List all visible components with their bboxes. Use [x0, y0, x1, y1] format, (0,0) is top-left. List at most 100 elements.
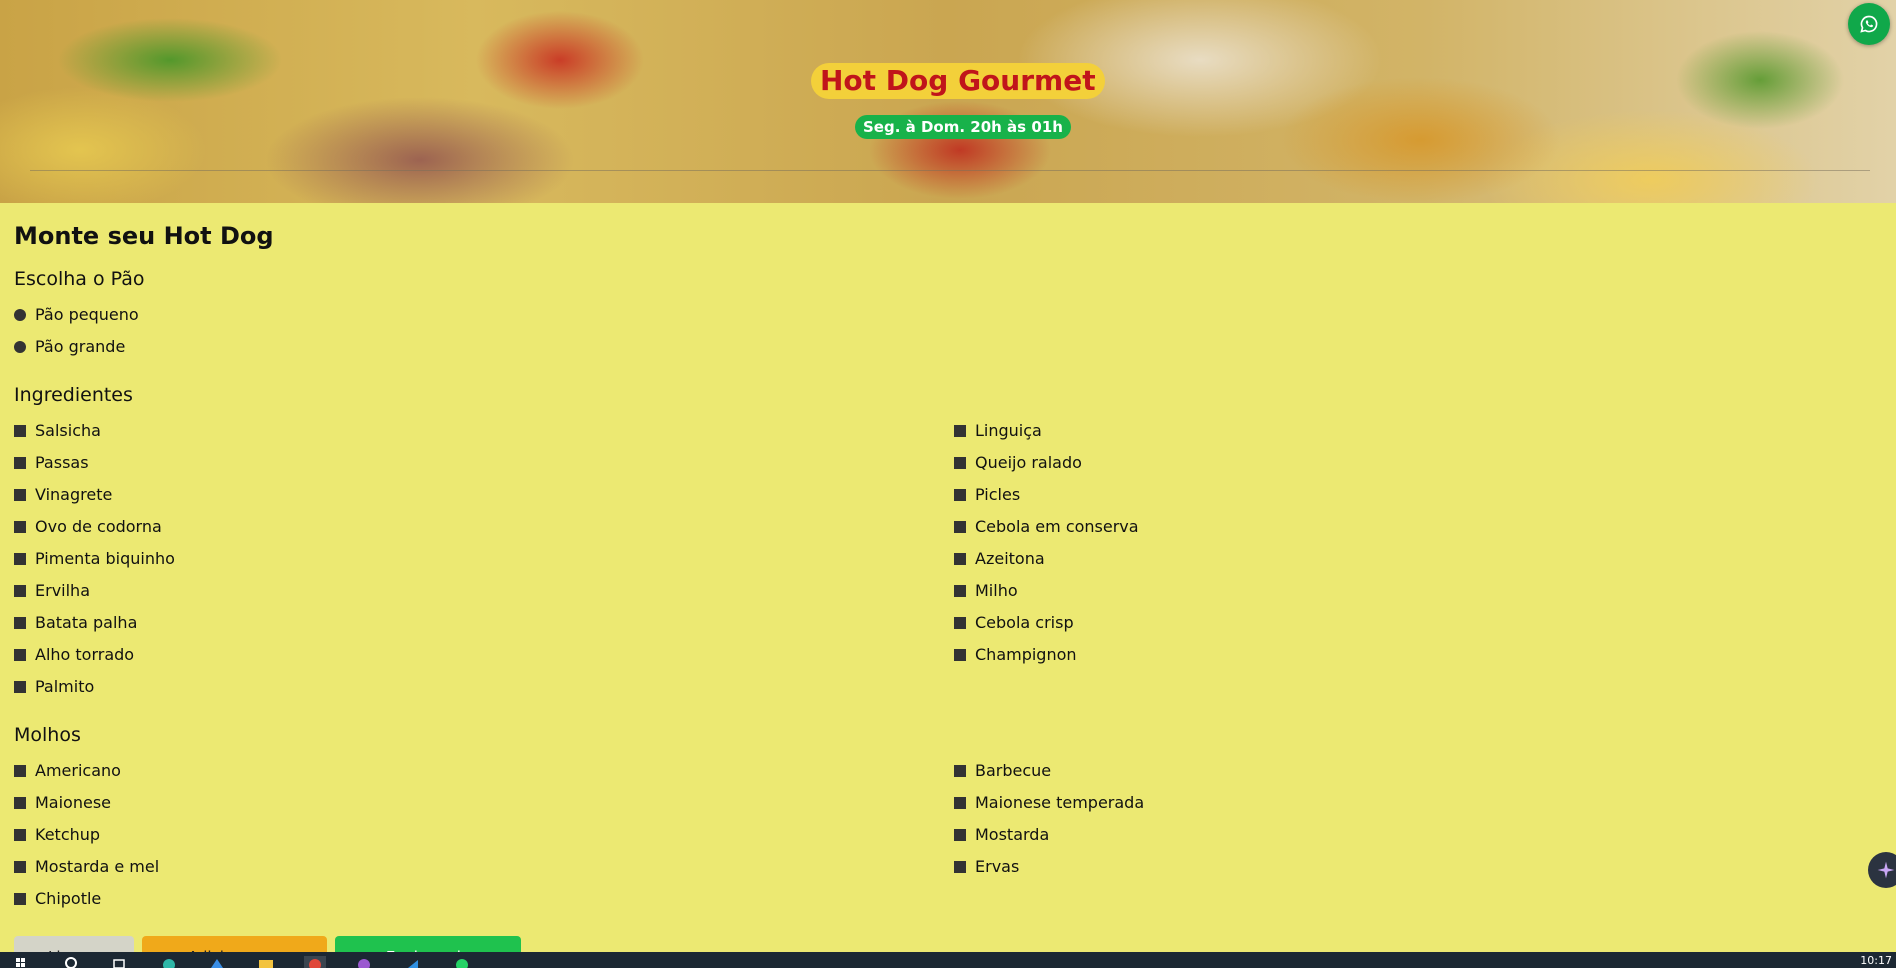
bread-option-small[interactable]: Pão pequeno — [14, 299, 1884, 331]
checkbox[interactable] — [954, 861, 966, 873]
ingredients-section-title: Ingredientes — [14, 384, 133, 406]
checkbox[interactable] — [954, 457, 966, 469]
sauce-option[interactable]: Mostarda — [954, 819, 1894, 851]
ingredient-option[interactable]: Queijo ralado — [954, 447, 1894, 479]
ingredient-option[interactable]: Picles — [954, 479, 1894, 511]
checkbox[interactable] — [14, 681, 26, 693]
option-label: Maionese — [35, 793, 112, 812]
bread-option-large[interactable]: Pão grande — [14, 331, 1884, 363]
checkbox[interactable] — [14, 617, 26, 629]
sauces-section-title: Molhos — [14, 724, 81, 746]
checkbox[interactable] — [14, 765, 26, 777]
ingredient-option[interactable]: Salsicha — [14, 415, 954, 447]
ingredient-option[interactable]: Alho torrado — [14, 639, 954, 671]
ingredient-option[interactable]: Milho — [954, 575, 1894, 607]
opening-hours-badge: Seg. à Dom. 20h às 01h — [855, 115, 1071, 139]
option-label: Milho — [975, 581, 1018, 600]
search-icon[interactable] — [60, 956, 82, 968]
sauce-option[interactable]: Maionese — [14, 787, 954, 819]
checkbox[interactable] — [954, 585, 966, 597]
option-label: Pimenta biquinho — [35, 549, 175, 568]
option-label: Ervas — [975, 857, 1020, 876]
checkbox[interactable] — [954, 425, 966, 437]
edge-browser-icon[interactable] — [158, 956, 180, 968]
sauce-option[interactable]: Maionese temperada — [954, 787, 1894, 819]
option-label: Vinagrete — [35, 485, 113, 504]
sauce-option[interactable]: Ervas — [954, 851, 1894, 883]
checkbox[interactable] — [14, 425, 26, 437]
checkbox[interactable] — [14, 489, 26, 501]
option-label: Americano — [35, 761, 121, 780]
hero-divider — [30, 170, 1870, 171]
option-label: Passas — [35, 453, 89, 472]
file-explorer-icon[interactable] — [255, 956, 277, 968]
option-label: Linguiça — [975, 421, 1042, 440]
ingredients-section: Ingredientes Salsicha Linguiça Passas Qu… — [14, 381, 1884, 703]
hero-banner: Hot Dog Gourmet Seg. à Dom. 20h às 01h — [0, 0, 1896, 203]
ingredient-option[interactable]: Passas — [14, 447, 954, 479]
windows-start-icon[interactable] — [10, 956, 32, 968]
radio-button[interactable] — [14, 309, 26, 321]
bread-section-title: Escolha o Pão — [14, 268, 145, 290]
ingredient-option[interactable]: Vinagrete — [14, 479, 954, 511]
sauce-option[interactable]: Chipotle — [14, 883, 954, 915]
option-label: Palmito — [35, 677, 95, 696]
checkbox[interactable] — [954, 617, 966, 629]
checkbox[interactable] — [954, 829, 966, 841]
sauce-option[interactable]: Mostarda e mel — [14, 851, 954, 883]
option-label: Pão pequeno — [35, 305, 139, 324]
ingredient-option[interactable]: Cebola crisp — [954, 607, 1894, 639]
option-label: Maionese temperada — [975, 793, 1145, 812]
checkbox[interactable] — [954, 649, 966, 661]
option-label: Cebola crisp — [975, 613, 1074, 632]
checkbox[interactable] — [14, 553, 26, 565]
checkbox[interactable] — [954, 521, 966, 533]
ingredient-option[interactable]: Champignon — [954, 639, 1894, 671]
vscode-icon[interactable] — [402, 956, 424, 968]
option-label: Picles — [975, 485, 1021, 504]
podcast-app-icon[interactable] — [353, 956, 375, 968]
option-label: Mostarda e mel — [35, 857, 160, 876]
ingredient-option[interactable]: Cebola em conserva — [954, 511, 1894, 543]
ingredient-option[interactable]: Pimenta biquinho — [14, 543, 954, 575]
store-icon[interactable] — [206, 956, 228, 968]
checkbox[interactable] — [14, 829, 26, 841]
option-label: Queijo ralado — [975, 453, 1082, 472]
radio-button[interactable] — [14, 341, 26, 353]
sauce-option[interactable]: Americano — [14, 755, 954, 787]
sauce-option[interactable]: Barbecue — [954, 755, 1894, 787]
ingredient-option[interactable]: Ovo de codorna — [14, 511, 954, 543]
option-label: Mostarda — [975, 825, 1050, 844]
checkbox[interactable] — [954, 797, 966, 809]
option-label: Ketchup — [35, 825, 101, 844]
ingredient-option[interactable]: Palmito — [14, 671, 954, 703]
checkbox[interactable] — [14, 457, 26, 469]
checkbox[interactable] — [14, 521, 26, 533]
option-label: Pão grande — [35, 337, 126, 356]
checkbox[interactable] — [14, 649, 26, 661]
sauce-option[interactable]: Ketchup — [14, 819, 954, 851]
task-view-icon[interactable] — [108, 956, 130, 968]
ingredient-option[interactable]: Ervilha — [14, 575, 954, 607]
option-label: Chipotle — [35, 889, 102, 908]
checkbox[interactable] — [14, 893, 26, 905]
checkbox[interactable] — [14, 585, 26, 597]
whatsapp-float-button[interactable] — [1848, 3, 1890, 45]
whatsapp-icon[interactable] — [451, 956, 473, 968]
option-label: Alho torrado — [35, 645, 135, 664]
checkbox[interactable] — [954, 489, 966, 501]
ingredient-option[interactable]: Azeitona — [954, 543, 1894, 575]
ingredient-option[interactable]: Batata palha — [14, 607, 954, 639]
checkbox[interactable] — [14, 861, 26, 873]
checkbox[interactable] — [954, 765, 966, 777]
checkbox[interactable] — [14, 797, 26, 809]
ingredient-option[interactable]: Linguiça — [954, 415, 1894, 447]
chrome-icon[interactable] — [304, 956, 326, 968]
taskbar-clock: 10:17 — [1860, 954, 1892, 967]
builder-form: Monte seu Hot Dog Escolha o Pão Pão pequ… — [14, 220, 1884, 915]
bread-section: Escolha o Pão Pão pequeno Pão grande — [14, 265, 1884, 363]
copilot-float-button[interactable] — [1868, 852, 1896, 888]
option-label: Azeitona — [975, 549, 1045, 568]
option-label: Salsicha — [35, 421, 101, 440]
checkbox[interactable] — [954, 553, 966, 565]
